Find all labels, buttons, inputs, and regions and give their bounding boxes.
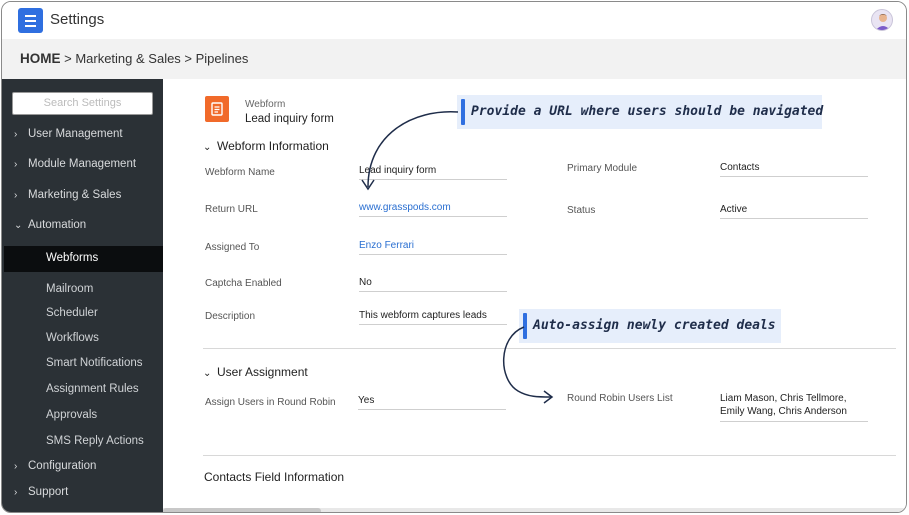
sidebar-item-module-management[interactable]: › Module Management bbox=[14, 158, 136, 170]
sidebar: Search Settings › User Management › Module… bbox=[2, 79, 163, 512]
sidebar-item-marketing-sales[interactable]: › Marketing & Sales bbox=[14, 189, 121, 201]
sidebar-subitem-smart-notifications[interactable]: Smart Notifications bbox=[46, 357, 143, 369]
search-settings-input[interactable]: Search Settings bbox=[12, 92, 153, 115]
top-bar: Settings bbox=[2, 2, 906, 39]
main-content: Webform Lead inquiry form ⌄ Webform Infor… bbox=[163, 79, 906, 512]
sidebar-subitem-mailroom[interactable]: Mailroom bbox=[46, 283, 93, 295]
chevron-right-icon: › bbox=[14, 129, 18, 140]
breadcrumb-home[interactable]: HOME bbox=[20, 51, 61, 66]
callout-arrows bbox=[361, 111, 554, 404]
app-title: Settings bbox=[50, 11, 105, 28]
chevron-right-icon: › bbox=[14, 461, 18, 472]
breadcrumb: HOME > Marketing & Sales > Pipelines bbox=[20, 51, 248, 66]
arrow-to-return-url bbox=[367, 111, 459, 188]
hamburger-menu-icon[interactable] bbox=[18, 8, 43, 33]
sidebar-item-configuration[interactable]: › Configuration bbox=[14, 460, 96, 472]
app-window: Settings HOME > Marketing & Sales > Pipe… bbox=[1, 1, 907, 513]
scrollbar-thumb[interactable] bbox=[163, 508, 321, 512]
user-avatar-icon[interactable] bbox=[871, 9, 893, 31]
sidebar-subitem-scheduler[interactable]: Scheduler bbox=[46, 307, 98, 319]
chevron-down-icon: ⌄ bbox=[14, 220, 23, 231]
chevron-right-icon: › bbox=[14, 487, 18, 498]
sidebar-subitem-workflows[interactable]: Workflows bbox=[46, 332, 99, 344]
sidebar-subitem-webforms[interactable]: Webforms bbox=[4, 246, 163, 272]
sidebar-subitem-sms-reply-actions[interactable]: SMS Reply Actions bbox=[46, 435, 144, 447]
chevron-right-icon: › bbox=[14, 159, 18, 170]
horizontal-scrollbar[interactable] bbox=[163, 508, 906, 512]
chevron-right-icon: › bbox=[14, 190, 18, 201]
arrow-to-round-robin bbox=[503, 326, 552, 398]
breadcrumb-bar: HOME > Marketing & Sales > Pipelines bbox=[2, 39, 906, 79]
sidebar-subitem-assignment-rules[interactable]: Assignment Rules bbox=[46, 383, 139, 395]
breadcrumb-path[interactable]: > Marketing & Sales > Pipelines bbox=[61, 51, 248, 66]
sidebar-item-user-management[interactable]: › User Management bbox=[14, 128, 123, 140]
sidebar-item-automation[interactable]: ⌄ Automation bbox=[14, 219, 86, 231]
sidebar-item-support[interactable]: › Support bbox=[14, 486, 68, 498]
sidebar-subitem-approvals[interactable]: Approvals bbox=[46, 409, 97, 421]
